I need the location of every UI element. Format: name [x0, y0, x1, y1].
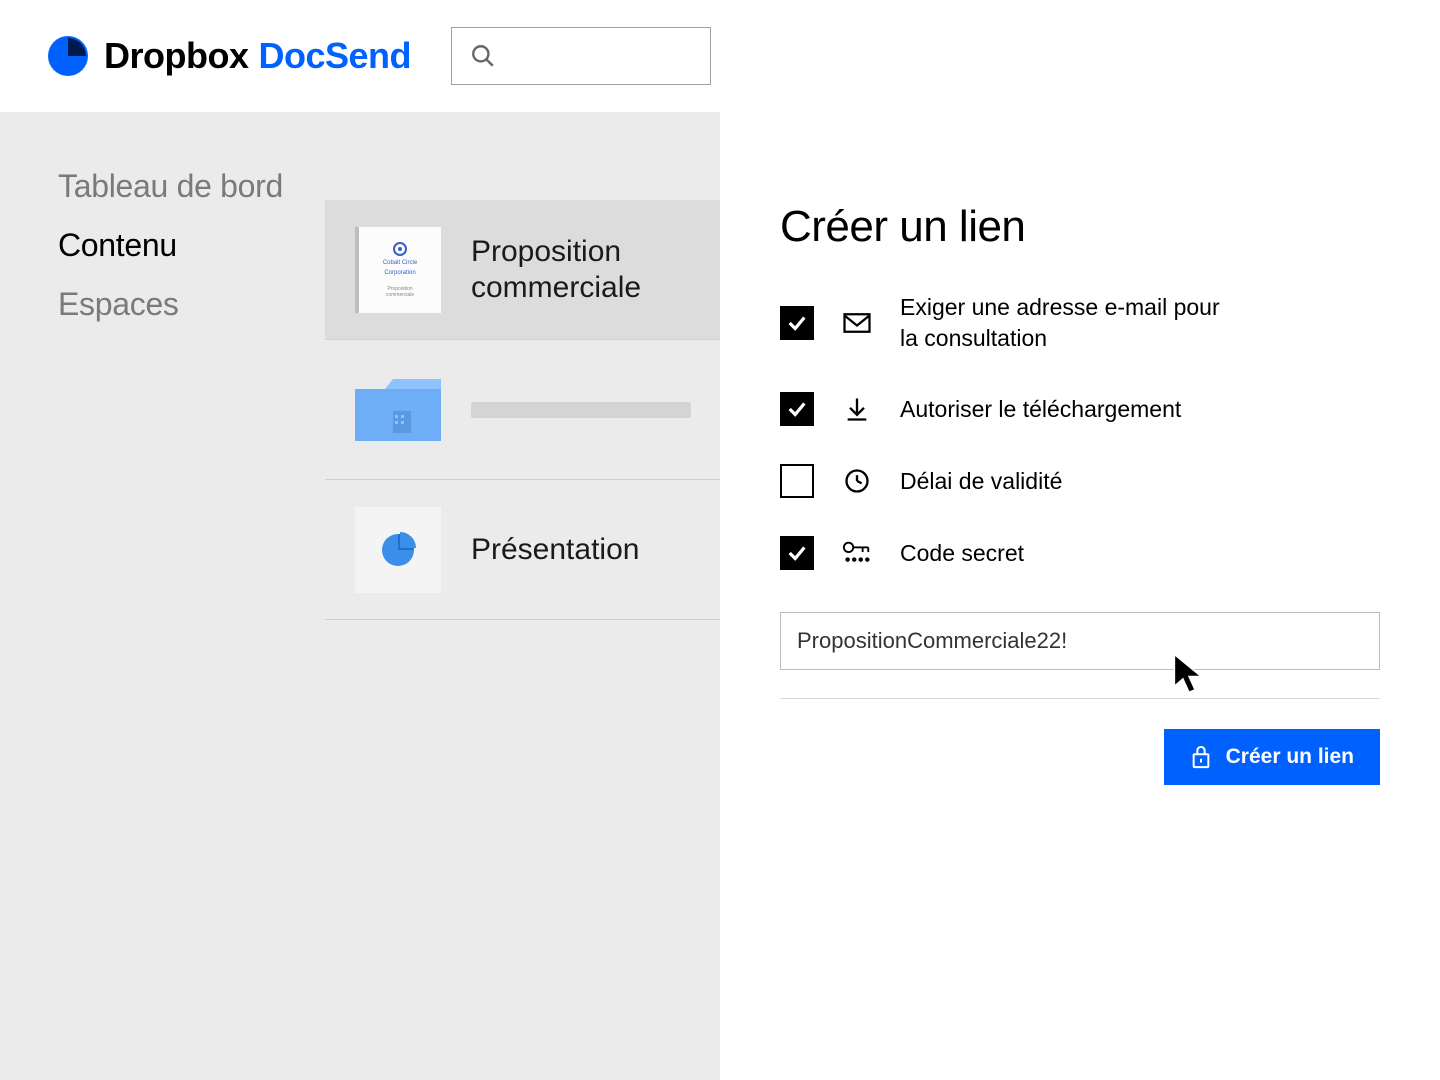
- download-icon: [842, 394, 872, 424]
- option-require-email: Exiger une adresse e-mail pour la consul…: [780, 292, 1380, 354]
- option-label: Code secret: [900, 538, 1024, 569]
- create-link-button[interactable]: Créer un lien: [1164, 729, 1380, 785]
- create-link-button-label: Créer un lien: [1226, 745, 1354, 769]
- mail-icon: [842, 308, 872, 338]
- row-title: Proposition commerciale: [471, 234, 731, 306]
- option-label: Exiger une adresse e-mail pour la consul…: [900, 292, 1240, 354]
- row-title: Présentation: [471, 532, 639, 568]
- button-row: Créer un lien: [780, 729, 1380, 785]
- option-label: Délai de validité: [900, 466, 1062, 497]
- sidebar-item-content[interactable]: Contenu: [58, 227, 325, 264]
- row-title-placeholder: [471, 402, 691, 418]
- panel-title: Créer un lien: [780, 202, 1380, 252]
- sidebar-item-dashboard[interactable]: Tableau de bord: [58, 168, 325, 205]
- sidebar-item-spaces[interactable]: Espaces: [58, 286, 325, 323]
- document-thumbnail: Cobalt Circle Corporation Propositioncom…: [355, 227, 441, 313]
- header: Dropbox DocSend: [0, 0, 1440, 112]
- thumb-company-line2: Corporation: [384, 270, 415, 276]
- pie-chart-icon: [378, 530, 418, 570]
- content-area: Cobalt Circle Corporation Propositioncom…: [325, 112, 1440, 1080]
- folder-icon: [355, 375, 441, 445]
- option-label: Autoriser le téléchargement: [900, 394, 1181, 425]
- presentation-thumbnail: [355, 507, 441, 593]
- search-input[interactable]: [496, 45, 692, 68]
- key-icon: [842, 538, 872, 568]
- checkbox-allow-download[interactable]: [780, 392, 814, 426]
- thumb-company-line1: Cobalt Circle: [383, 260, 417, 266]
- checkbox-secret-code[interactable]: [780, 536, 814, 570]
- brand-name: Dropbox: [104, 35, 249, 77]
- option-validity: Délai de validité: [780, 464, 1380, 498]
- checkbox-require-email[interactable]: [780, 306, 814, 340]
- create-link-panel: Créer un lien Exiger une adresse e-mail …: [720, 112, 1440, 1080]
- option-secret-code: Code secret: [780, 536, 1380, 570]
- secret-code-input[interactable]: [780, 612, 1380, 670]
- lock-icon: [1190, 744, 1212, 770]
- sidebar: Tableau de bord Contenu Espaces: [0, 112, 325, 1080]
- checkbox-validity[interactable]: [780, 464, 814, 498]
- search-icon: [470, 43, 496, 69]
- logo[interactable]: Dropbox DocSend: [48, 35, 411, 77]
- body: Tableau de bord Contenu Espaces Cobalt C…: [0, 112, 1440, 1080]
- dropbox-logo-icon: [48, 36, 88, 76]
- product-name: DocSend: [259, 35, 412, 77]
- search-box[interactable]: [451, 27, 711, 85]
- logo-text: Dropbox DocSend: [104, 35, 411, 77]
- option-allow-download: Autoriser le téléchargement: [780, 392, 1380, 426]
- divider: [780, 698, 1380, 699]
- clock-icon: [842, 466, 872, 496]
